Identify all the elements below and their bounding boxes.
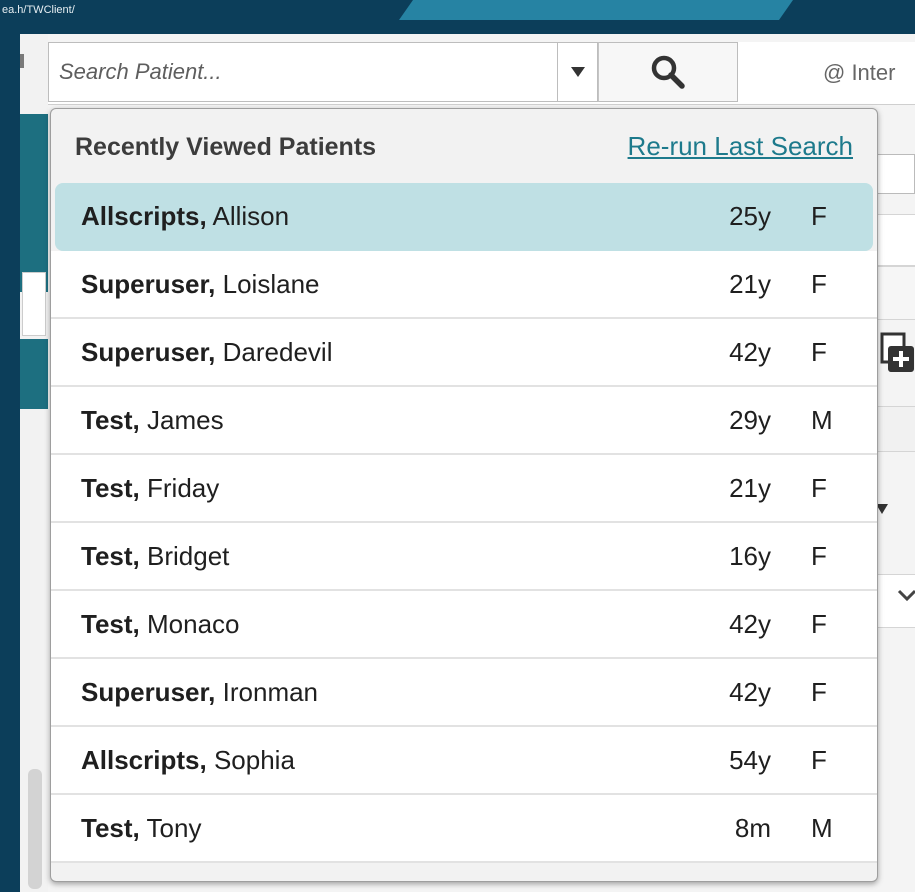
rail-input-box[interactable] [22, 272, 46, 336]
patient-last-name: Test, [81, 813, 140, 843]
patient-first-name: Bridget [147, 541, 230, 571]
patient-row[interactable]: Superuser, Ironman 42y F [51, 659, 877, 727]
popup-title: Recently Viewed Patients [75, 133, 377, 161]
patient-name: Test, James [81, 405, 224, 436]
rail-marker [20, 54, 24, 68]
patient-last-name: Superuser, [81, 677, 216, 707]
rail-scrollbar[interactable] [28, 769, 42, 889]
patient-first-name: Monaco [147, 609, 240, 639]
patient-name: Test, Friday [81, 473, 219, 504]
url-text: ea.h/TWClient/ [2, 4, 75, 16]
patient-last-name: Superuser, [81, 269, 216, 299]
patient-first-name: James [147, 405, 224, 435]
patient-first-name: Ironman [222, 677, 319, 707]
patient-last-name: Allscripts, [81, 745, 207, 775]
patient-row[interactable]: Test, Friday 21y F [51, 455, 877, 523]
patient-sex: F [811, 337, 827, 367]
patient-row[interactable]: Superuser, Daredevil 42y F [51, 319, 877, 387]
chevron-down-icon[interactable] [895, 585, 915, 605]
patient-row[interactable]: Test, Bridget 16y F [51, 523, 877, 591]
rerun-last-search-link[interactable]: Re-run Last Search [628, 131, 853, 162]
patient-first-name: Sophia [213, 745, 295, 775]
patient-age: 21y [729, 269, 771, 299]
search-button[interactable] [598, 42, 738, 102]
patient-age: 42y [729, 337, 771, 367]
patient-sex: F [811, 269, 827, 299]
patient-age: 42y [729, 677, 771, 707]
browser-url-bar: ea.h/TWClient/ [0, 0, 915, 34]
patient-sex: F [811, 541, 827, 571]
interaction-label[interactable]: @ Inter [823, 60, 895, 86]
patient-list: Allscripts, Allison 25y F Superuser, Loisla… [51, 183, 877, 863]
patient-sex: F [811, 201, 827, 231]
patient-row[interactable]: Test, James 29y M [51, 387, 877, 455]
patient-last-name: Test, [81, 541, 140, 571]
patient-last-name: Test, [81, 405, 140, 435]
caret-down-icon [570, 67, 585, 77]
magnifier-icon [651, 55, 685, 89]
patient-age: 42y [729, 609, 771, 639]
patient-sex: F [811, 677, 827, 707]
patient-last-name: Test, [81, 473, 140, 503]
patient-name: Superuser, Daredevil [81, 337, 332, 368]
popup-header: Recently Viewed Patients Re-run Last Sea… [51, 109, 877, 183]
patient-row[interactable]: Allscripts, Allison 25y F [55, 183, 873, 251]
patient-name: Superuser, Loislane [81, 269, 320, 300]
patient-sex: M [811, 405, 833, 435]
patient-first-name: Loislane [222, 269, 320, 299]
patient-name: Superuser, Ironman [81, 677, 318, 708]
patient-row[interactable]: Test, Tony 8m M [51, 795, 877, 863]
patient-last-name: Allscripts, [81, 201, 207, 231]
patient-age: 25y [729, 201, 771, 231]
patient-row[interactable]: Superuser, Loislane 21y F [51, 251, 877, 319]
patient-age: 21y [729, 473, 771, 503]
patient-sex: F [811, 609, 827, 639]
patient-sex: F [811, 745, 827, 775]
patient-last-name: Superuser, [81, 337, 216, 367]
patient-name: Allscripts, Allison [81, 201, 289, 232]
patient-first-name: Friday [147, 473, 220, 503]
patient-row[interactable]: Allscripts, Sophia 54y F [51, 727, 877, 795]
patient-first-name: Daredevil [222, 337, 333, 367]
patient-name: Test, Tony [81, 813, 201, 844]
patient-age: 54y [729, 745, 771, 775]
recent-patients-popup: Recently Viewed Patients Re-run Last Sea… [50, 108, 878, 882]
patient-name: Test, Bridget [81, 541, 229, 572]
patient-age: 8m [734, 813, 771, 843]
rail-nav-block-secondary[interactable] [20, 339, 48, 409]
search-patient-input[interactable] [48, 42, 558, 102]
patient-first-name: Allison [212, 201, 290, 231]
patient-sex: F [811, 473, 827, 503]
patient-first-name: Tony [146, 813, 202, 843]
patient-sex: M [811, 813, 833, 843]
left-rail [20, 34, 48, 892]
patient-last-name: Test, [81, 609, 140, 639]
patient-name: Allscripts, Sophia [81, 745, 295, 776]
patient-age: 16y [729, 541, 771, 571]
rail-nav-block[interactable] [20, 114, 48, 292]
patient-search-bar: @ Inter [48, 42, 915, 105]
patient-age: 29y [729, 405, 771, 435]
patient-row[interactable]: Test, Monaco 42y F [51, 591, 877, 659]
search-dropdown-button[interactable] [558, 42, 598, 102]
patient-name: Test, Monaco [81, 609, 240, 640]
